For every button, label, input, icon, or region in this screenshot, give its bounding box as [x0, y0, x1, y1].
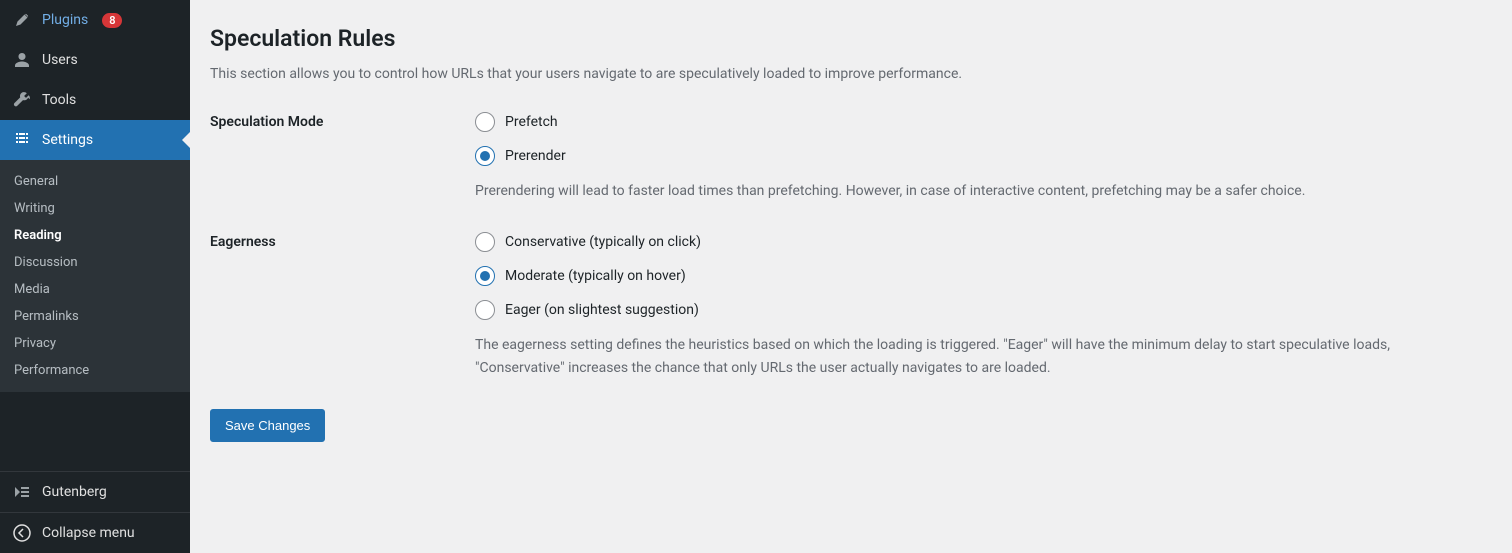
- main-content: Speculation Rules This section allows yo…: [190, 0, 1512, 553]
- sidebar-subitem-discussion[interactable]: Discussion: [0, 249, 190, 276]
- gutenberg-icon: [12, 482, 32, 502]
- tools-icon: [12, 90, 32, 110]
- sidebar-subitem-performance[interactable]: Performance: [0, 357, 190, 384]
- sidebar-item-label: Settings: [42, 132, 93, 148]
- page-title: Speculation Rules: [210, 25, 1492, 52]
- radio-label: Prerender: [505, 148, 566, 164]
- sidebar-subitem-reading[interactable]: Reading: [0, 222, 190, 249]
- radio-input[interactable]: [475, 232, 495, 252]
- sidebar-main-menu: Plugins 8 Users Tools Settings: [0, 0, 190, 160]
- radio-label: Conservative (typically on click): [505, 234, 701, 250]
- eagerness-row: Eagerness Conservative (typically on cli…: [210, 232, 1492, 379]
- sidebar-item-gutenberg[interactable]: Gutenberg: [0, 472, 190, 512]
- sidebar-subitem-writing[interactable]: Writing: [0, 195, 190, 222]
- mode-description: Prerendering will lead to faster load ti…: [475, 180, 1455, 202]
- mode-label: Speculation Mode: [210, 112, 475, 202]
- radio-input[interactable]: [475, 266, 495, 286]
- users-icon: [12, 50, 32, 70]
- settings-icon: [12, 130, 32, 150]
- sidebar-item-label: Gutenberg: [42, 484, 107, 500]
- mode-prefetch-option[interactable]: Prefetch: [475, 112, 1455, 132]
- plugins-badge: 8: [102, 13, 122, 28]
- sidebar-bottom-menu: Gutenberg Collapse menu: [0, 471, 190, 553]
- collapse-icon: [12, 523, 32, 543]
- sidebar-settings-submenu: General Writing Reading Discussion Media…: [0, 160, 190, 392]
- sidebar-item-tools[interactable]: Tools: [0, 80, 190, 120]
- eagerness-field: Conservative (typically on click) Modera…: [475, 232, 1455, 379]
- radio-input[interactable]: [475, 300, 495, 320]
- sidebar-item-label: Users: [42, 52, 78, 68]
- settings-form: Speculation Mode Prefetch Prerender Prer…: [210, 112, 1492, 379]
- eagerness-moderate-option[interactable]: Moderate (typically on hover): [475, 266, 1455, 286]
- eagerness-description: The eagerness setting defines the heuris…: [475, 334, 1455, 379]
- eagerness-eager-option[interactable]: Eager (on slightest suggestion): [475, 300, 1455, 320]
- radio-label: Moderate (typically on hover): [505, 268, 686, 284]
- plugins-icon: [12, 10, 32, 30]
- radio-label: Eager (on slightest suggestion): [505, 302, 699, 318]
- mode-field: Prefetch Prerender Prerendering will lea…: [475, 112, 1455, 202]
- sidebar-item-settings[interactable]: Settings: [0, 120, 190, 160]
- sidebar-item-label: Tools: [42, 92, 76, 108]
- eagerness-conservative-option[interactable]: Conservative (typically on click): [475, 232, 1455, 252]
- sidebar-item-label: Collapse menu: [42, 525, 135, 541]
- sidebar-subitem-media[interactable]: Media: [0, 276, 190, 303]
- sidebar-item-label: Plugins: [42, 12, 88, 28]
- radio-input[interactable]: [475, 112, 495, 132]
- sidebar-subitem-general[interactable]: General: [0, 168, 190, 195]
- radio-input[interactable]: [475, 146, 495, 166]
- sidebar-subitem-permalinks[interactable]: Permalinks: [0, 303, 190, 330]
- save-button[interactable]: Save Changes: [210, 409, 325, 442]
- page-description: This section allows you to control how U…: [210, 66, 1492, 82]
- eagerness-label: Eagerness: [210, 232, 475, 379]
- mode-row: Speculation Mode Prefetch Prerender Prer…: [210, 112, 1492, 202]
- sidebar-collapse[interactable]: Collapse menu: [0, 512, 190, 553]
- radio-label: Prefetch: [505, 114, 558, 130]
- sidebar-item-users[interactable]: Users: [0, 40, 190, 80]
- sidebar-subitem-privacy[interactable]: Privacy: [0, 330, 190, 357]
- sidebar-item-plugins[interactable]: Plugins 8: [0, 0, 190, 40]
- admin-sidebar: Plugins 8 Users Tools Settings General W…: [0, 0, 190, 553]
- mode-prerender-option[interactable]: Prerender: [475, 146, 1455, 166]
